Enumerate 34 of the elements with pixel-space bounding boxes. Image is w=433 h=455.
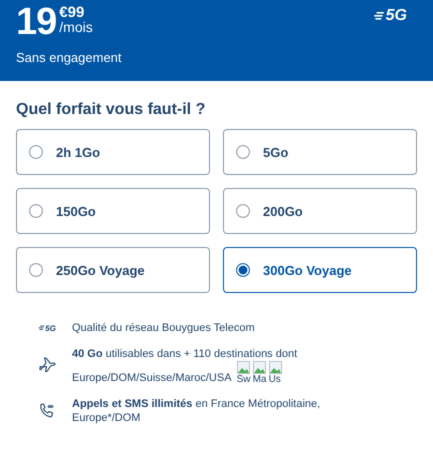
feature-text: 40 Go utilisables dans + 110 destinations dont: [72, 347, 298, 361]
image-alt-text: Ma: [252, 374, 266, 385]
plan-option[interactable]: 300Go Voyage: [223, 247, 417, 293]
airplane-icon: [38, 357, 56, 375]
phone-infinity-icon: [38, 402, 56, 420]
radio-button[interactable]: [29, 145, 43, 159]
network-label: 5G: [45, 324, 56, 332]
speed-lines-icon: [372, 11, 385, 21]
feature-text: Europe*/DOM: [72, 411, 140, 425]
commitment-text: Sans engagement: [16, 50, 123, 65]
image-alt-text: Us: [268, 374, 281, 385]
plan-option[interactable]: 5Go: [223, 129, 417, 175]
plan-option[interactable]: 200Go: [223, 188, 417, 234]
broken-image-icon: [252, 361, 266, 374]
radio-button[interactable]: [236, 263, 250, 277]
feature-text: Europe/DOM/Suisse/Maroc/USA: [72, 371, 232, 385]
radio-button[interactable]: [236, 145, 250, 159]
speed-lines-icon: [38, 325, 46, 331]
radio-button[interactable]: [29, 263, 43, 277]
question-title: Quel forfait vous faut-il ?: [16, 101, 206, 119]
radio-button[interactable]: [29, 204, 43, 218]
broken-image-icon: [236, 361, 250, 374]
price-cents: €99: [59, 6, 86, 20]
network-label: 5G: [386, 8, 407, 24]
feature-text: Qualité du réseau Bouygues Telecom: [72, 321, 255, 335]
price-period: /mois: [59, 20, 93, 35]
image-alt-text: Sw: [236, 374, 250, 385]
price-whole: 19: [16, 4, 56, 40]
plan-option[interactable]: 2h 1Go: [16, 129, 210, 175]
feature-text: Appels et SMS illimités en France Métropolitaine,: [72, 397, 320, 411]
plan-option[interactable]: 250Go Voyage: [16, 247, 210, 293]
radio-button[interactable]: [236, 204, 250, 218]
plan-option[interactable]: 150Go: [16, 188, 210, 234]
broken-image-icon: [268, 361, 282, 374]
